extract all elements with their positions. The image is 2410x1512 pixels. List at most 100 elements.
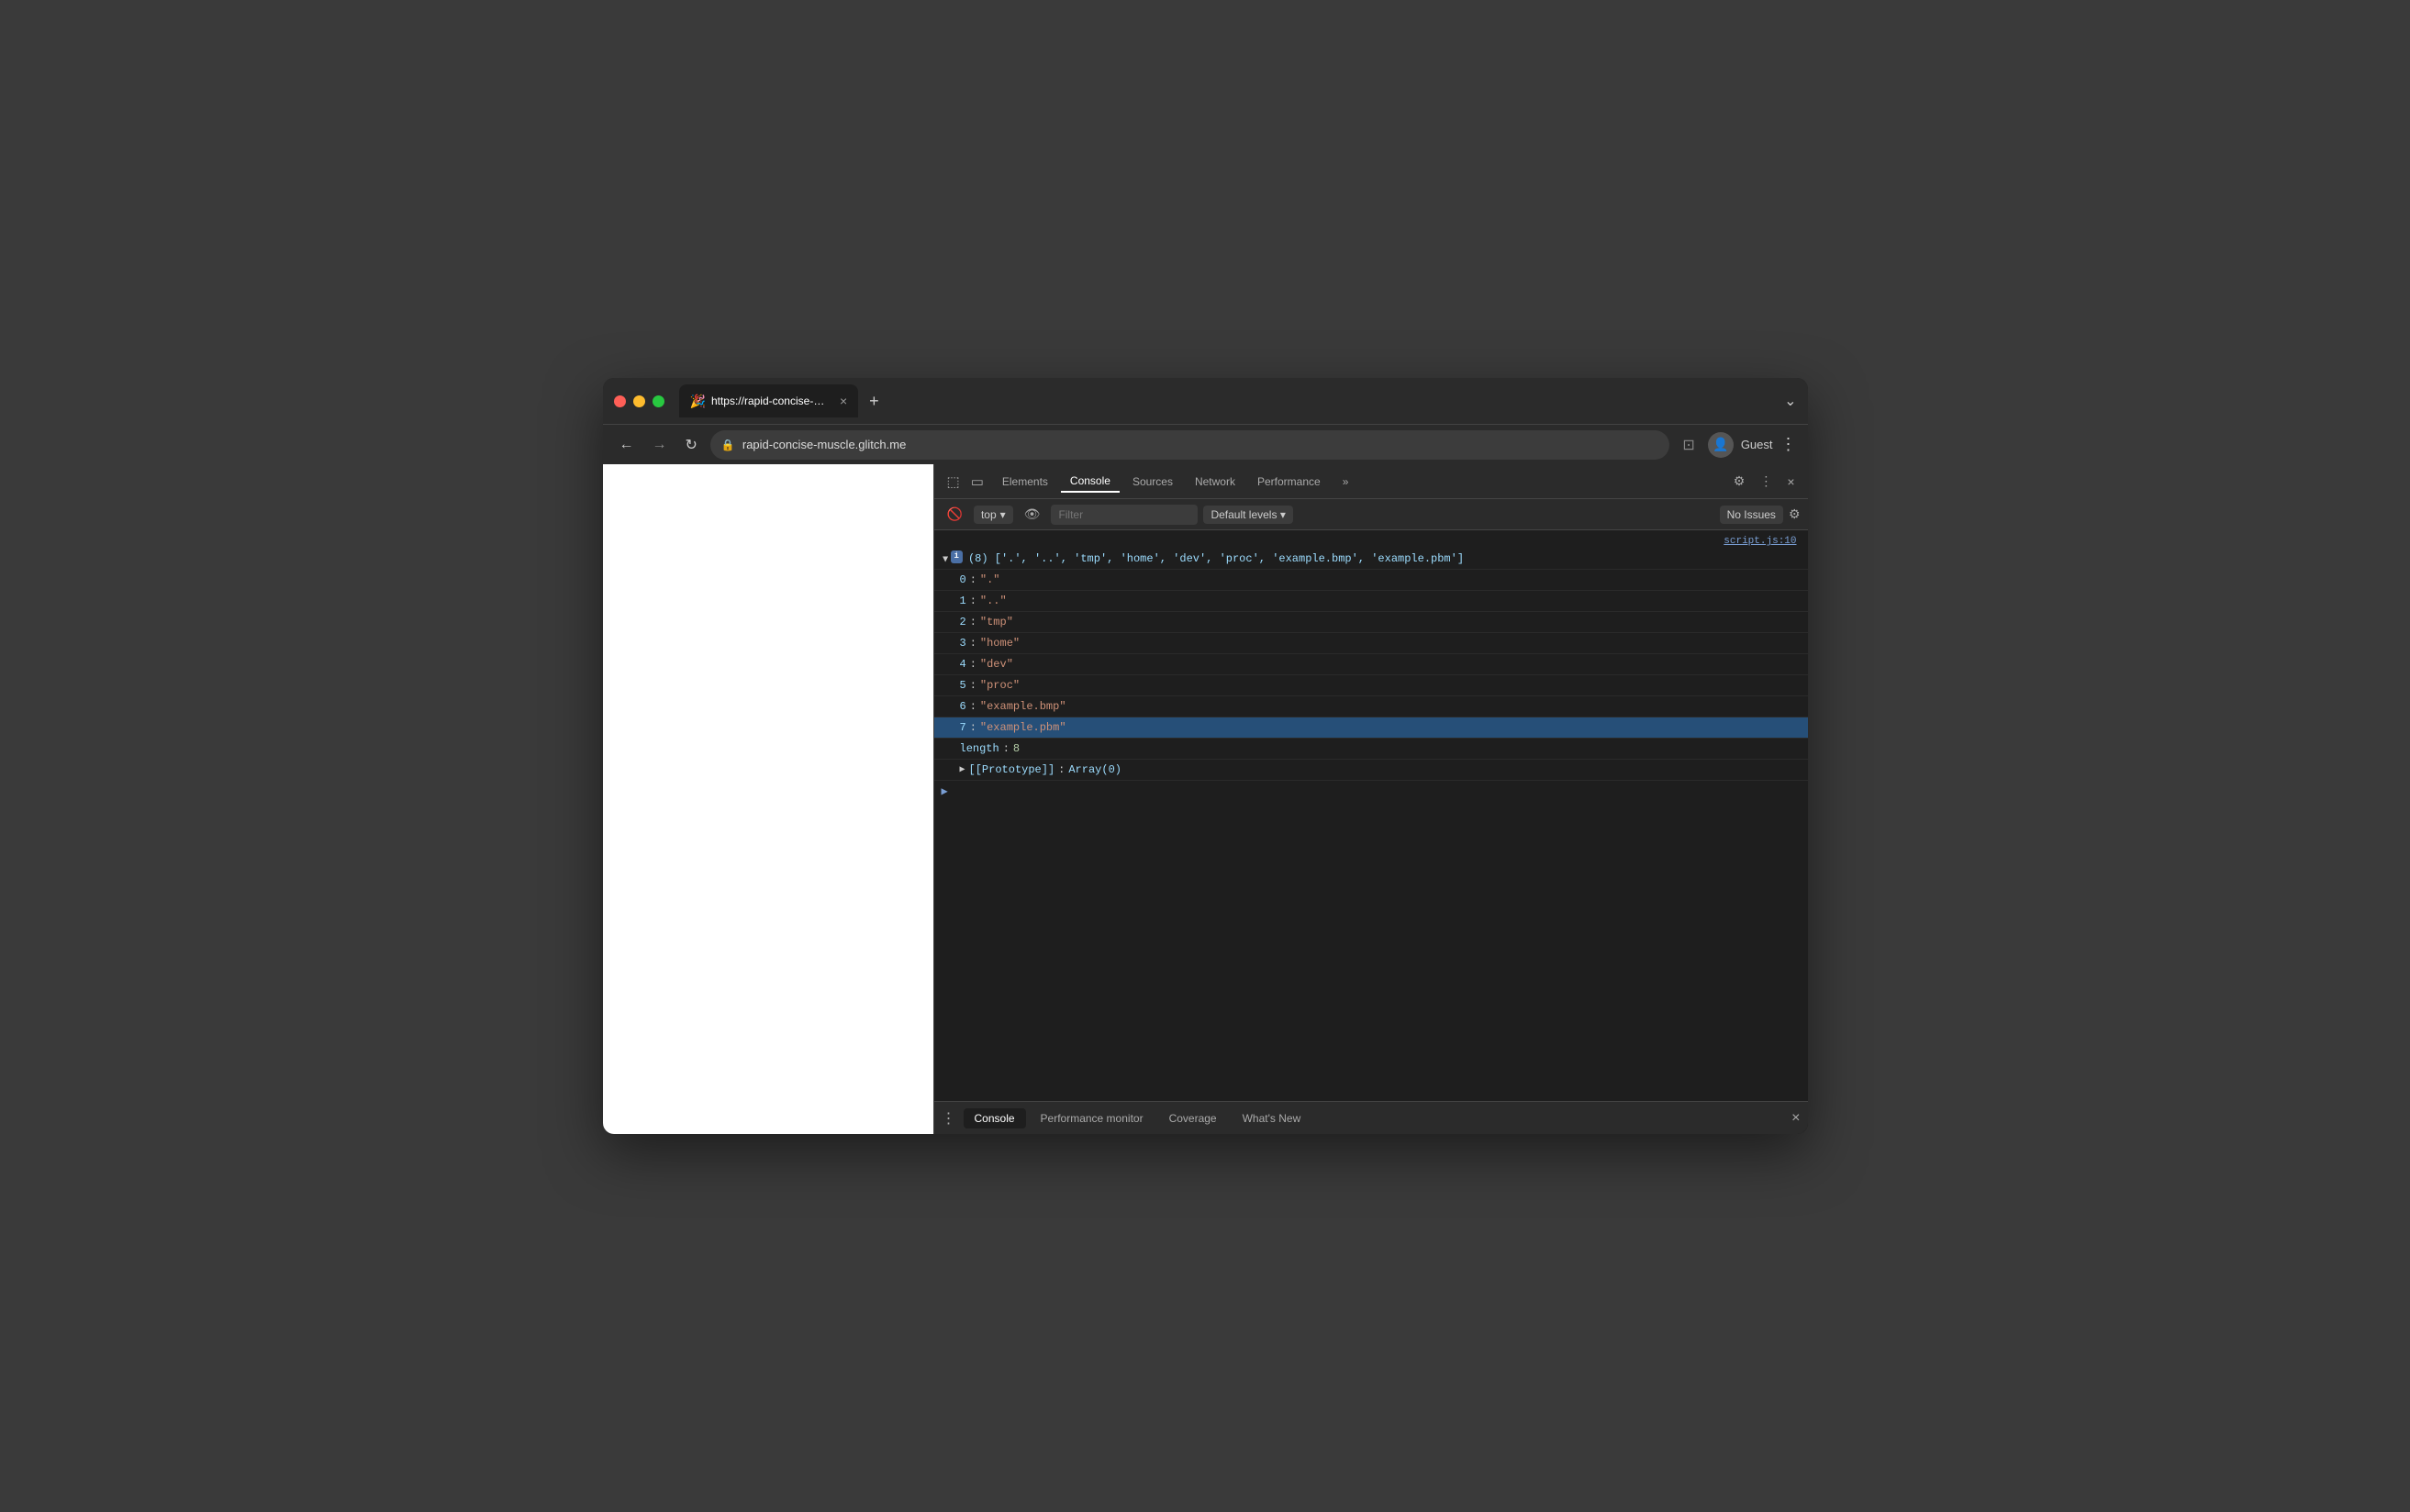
prototype-label: [[Prototype]] — [969, 762, 1055, 778]
profile-icon: 👤 — [1713, 437, 1728, 452]
active-tab[interactable]: 🎉 https://rapid-concise-muscle.g... × — [679, 384, 859, 417]
split-screen-button[interactable]: ⊡ — [1677, 432, 1700, 458]
bottom-tab-console[interactable]: Console — [964, 1108, 1026, 1128]
array-preview: (8) ['.', '..', 'tmp', 'home', 'dev', 'p… — [968, 550, 1464, 567]
tab-more[interactable]: » — [1333, 472, 1358, 492]
console-entry-2: 2 : "tmp" — [934, 612, 1808, 633]
entry-key-2: 2 — [960, 614, 966, 630]
address-text: rapid-concise-muscle.glitch.me — [742, 438, 906, 451]
entry-key-5: 5 — [960, 677, 966, 694]
reload-button[interactable]: ↻ — [680, 432, 703, 458]
console-length-line: length : 8 — [934, 739, 1808, 760]
colon-3: : — [970, 635, 976, 651]
log-levels-button[interactable]: Default levels ▾ — [1203, 506, 1292, 524]
bottom-tab-performance-monitor[interactable]: Performance monitor — [1030, 1108, 1155, 1128]
console-eye-button[interactable]: 👁 — [1019, 503, 1046, 526]
minimize-traffic-light[interactable] — [633, 395, 645, 407]
device-toolbar-button[interactable]: ▭ — [965, 470, 989, 494]
entry-value-0: "." — [980, 572, 1000, 588]
no-issues-button[interactable]: No Issues — [1720, 506, 1783, 524]
tab-network[interactable]: Network — [1186, 472, 1244, 492]
console-entry-3: 3 : "home" — [934, 633, 1808, 654]
console-prompt[interactable]: ▶ — [934, 781, 1808, 802]
tab-title: https://rapid-concise-muscle.g... — [711, 395, 831, 407]
bottom-tab-whats-new[interactable]: What's New — [1232, 1108, 1312, 1128]
console-entry-4: 4 : "dev" — [934, 654, 1808, 675]
tab-favicon-icon: 🎉 — [690, 394, 706, 409]
entry-value-5: "proc" — [980, 677, 1020, 694]
main-area: ⬚ ▭ Elements Console Sources Network Per… — [603, 464, 1808, 1134]
console-array-line: ▶ i (8) ['.', '..', 'tmp', 'home', 'dev'… — [934, 549, 1808, 570]
title-bar: 🎉 https://rapid-concise-muscle.g... × + … — [603, 378, 1808, 424]
context-dropdown-icon: ▾ — [1000, 508, 1006, 521]
info-badge: i — [951, 550, 963, 563]
forward-button[interactable]: → — [647, 433, 673, 457]
tab-sources[interactable]: Sources — [1123, 472, 1182, 492]
entry-key-3: 3 — [960, 635, 966, 651]
entry-key-7: 7 — [960, 719, 966, 736]
webpage-area — [603, 464, 933, 1134]
devtools-more-button[interactable]: ⋮ — [1754, 470, 1778, 493]
colon-5: : — [970, 677, 976, 694]
entry-value-1: ".." — [980, 593, 1007, 609]
console-filter-input[interactable] — [1051, 505, 1198, 525]
context-selector[interactable]: top ▾ — [974, 506, 1013, 524]
devtools-settings-button[interactable]: ⚙ — [1728, 470, 1751, 493]
tab-elements[interactable]: Elements — [993, 472, 1057, 492]
console-clear-button[interactable]: 🚫 — [942, 503, 968, 526]
bottom-bar-close-icon[interactable]: × — [1791, 1110, 1800, 1127]
prototype-colon: : — [1058, 762, 1065, 778]
console-entry-6: 6 : "example.bmp" — [934, 696, 1808, 717]
source-link[interactable]: script.js:10 — [934, 534, 1808, 549]
inspect-element-button[interactable]: ⬚ — [942, 470, 965, 494]
lock-icon: 🔒 — [721, 439, 735, 451]
prototype-expand-arrow[interactable]: ▶ — [960, 763, 965, 777]
entry-value-3: "home" — [980, 635, 1020, 651]
colon-2: : — [970, 614, 976, 630]
log-levels-label: Default levels — [1211, 508, 1277, 521]
console-entry-5: 5 : "proc" — [934, 675, 1808, 696]
console-entry-0: 0 : "." — [934, 570, 1808, 591]
tab-console[interactable]: Console — [1061, 471, 1120, 493]
length-colon: : — [1003, 740, 1010, 757]
colon-6: : — [970, 698, 976, 715]
length-label: length — [960, 740, 999, 757]
console-prototype-line: ▶ [[Prototype]] : Array(0) — [934, 760, 1808, 781]
profile-button[interactable]: 👤 — [1708, 432, 1734, 458]
window-overflow-icon[interactable]: ⌄ — [1784, 392, 1796, 410]
console-entry-7: 7 : "example.pbm" — [934, 717, 1808, 739]
array-expand-arrow[interactable]: ▶ — [937, 556, 951, 561]
entry-value-4: "dev" — [980, 656, 1013, 673]
colon-0: : — [970, 572, 976, 588]
address-bar[interactable]: 🔒 rapid-concise-muscle.glitch.me — [710, 430, 1670, 460]
colon-7: : — [970, 719, 976, 736]
console-entry-1: 1 : ".." — [934, 591, 1808, 612]
entry-key-4: 4 — [960, 656, 966, 673]
length-value: 8 — [1013, 740, 1020, 757]
tab-performance[interactable]: Performance — [1248, 472, 1330, 492]
nav-bar: ← → ↻ 🔒 rapid-concise-muscle.glitch.me ⊡… — [603, 424, 1808, 464]
entry-key-1: 1 — [960, 593, 966, 609]
entry-key-0: 0 — [960, 572, 966, 588]
console-secondary-toolbar: 🚫 top ▾ 👁 Default levels ▾ No Issues ⚙ — [934, 499, 1808, 530]
nav-right: ⊡ 👤 Guest ⋮ — [1677, 432, 1796, 458]
maximize-traffic-light[interactable] — [653, 395, 664, 407]
devtools-close-button[interactable]: × — [1781, 471, 1800, 493]
colon-4: : — [970, 656, 976, 673]
entry-value-7: "example.pbm" — [980, 719, 1066, 736]
bottom-dots-icon[interactable]: ⋮ — [942, 1109, 956, 1128]
traffic-lights — [614, 395, 664, 407]
context-label: top — [981, 508, 997, 521]
console-output: script.js:10 ▶ i (8) ['.', '..', 'tmp', … — [934, 530, 1808, 1101]
close-traffic-light[interactable] — [614, 395, 626, 407]
prototype-value: Array(0) — [1068, 762, 1121, 778]
browser-menu-icon[interactable]: ⋮ — [1780, 435, 1797, 454]
browser-window: 🎉 https://rapid-concise-muscle.g... × + … — [603, 378, 1808, 1134]
new-tab-button[interactable]: + — [862, 388, 887, 415]
guest-label: Guest — [1741, 438, 1773, 451]
console-settings-button[interactable]: ⚙ — [1789, 506, 1801, 522]
devtools-toolbar: ⬚ ▭ Elements Console Sources Network Per… — [934, 464, 1808, 499]
tab-close-icon[interactable]: × — [840, 394, 847, 408]
bottom-tab-coverage[interactable]: Coverage — [1158, 1108, 1228, 1128]
back-button[interactable]: ← — [614, 433, 640, 457]
